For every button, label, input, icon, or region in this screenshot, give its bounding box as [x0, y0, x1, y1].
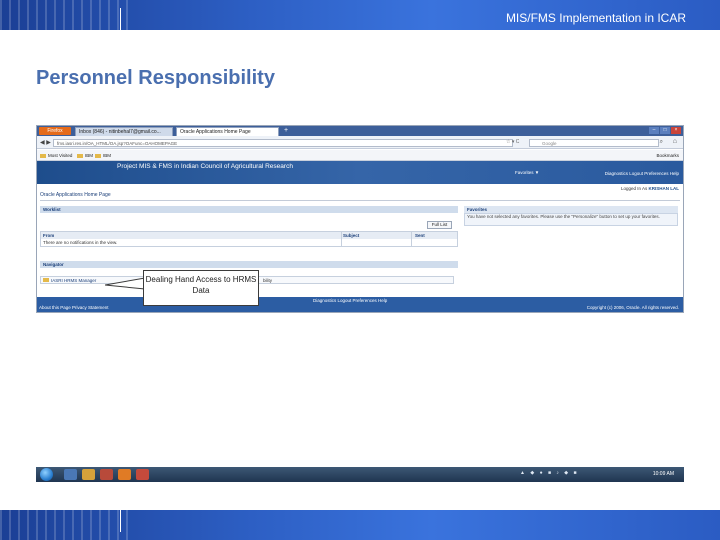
slide-footer-band [0, 510, 720, 540]
footer-links[interactable]: Diagnostics Logout Preferences Help [313, 297, 387, 304]
footer-divider [120, 510, 121, 532]
windows-taskbar: ▲ ◆ ● ■ ♪ ◆ ■ 10:09 AM [36, 467, 684, 482]
app-title: Project MIS & FMS in Indian Council of A… [117, 163, 293, 170]
reload-icon[interactable]: ☆ ▾ C [506, 139, 519, 145]
media-player-icon[interactable] [100, 469, 113, 480]
footer-copyright: Copyright (c) 2006, Oracle. All rights r… [586, 305, 679, 310]
browser-title-bar: Firefox Inbox (846) - nitinbehal7@gmail.… [37, 126, 683, 136]
bookmarks-menu[interactable]: Bookmarks [656, 150, 679, 161]
folder-icon [95, 153, 101, 158]
favorites-header: Favorites [464, 206, 678, 213]
column-subject[interactable]: Subject [343, 232, 359, 239]
new-tab-button[interactable]: + [281, 127, 291, 135]
tab-gmail-inbox[interactable]: Inbox (846) - nitinbehal7@gmail.co... [75, 127, 173, 136]
logged-in-label: Logged In As KRISHAN LAL [620, 186, 680, 191]
navigation-toolbar: ◀ ▶ fms.iasri.res.in/OA_HTML/OA.jsp?OAFu… [37, 136, 683, 149]
navigator-item-label[interactable]: IASRI HRMS Manager [51, 278, 96, 283]
maximize-button[interactable]: □ [660, 127, 670, 134]
worklist-table: From Subject Sent There are no notificat… [40, 231, 458, 247]
navigator-header: Navigator [40, 261, 458, 268]
footer-about-links[interactable]: About this Page Privacy Statement [39, 305, 109, 310]
bookmarks-toolbar: Most Visited IBM IBM Bookmarks [37, 150, 683, 161]
logged-in-user: KRISHAN LAL [648, 186, 680, 191]
tab-oracle-home[interactable]: Oracle Applications Home Page [176, 127, 279, 136]
folder-icon [40, 153, 46, 158]
column-divider [341, 232, 342, 246]
divider [40, 200, 680, 201]
slide-title: Personnel Responsibility [36, 67, 275, 89]
callout-box: Dealing Hand Access to HRMS Data [143, 270, 259, 306]
start-button-icon[interactable] [40, 468, 53, 481]
column-from[interactable]: From [43, 232, 54, 239]
favorites-message: You have not selected any favorites. Ple… [467, 214, 660, 219]
full-list-button[interactable]: Full List [427, 221, 452, 229]
powerpoint-icon[interactable] [136, 469, 149, 480]
bookmark-most-visited[interactable]: Most Visited [40, 150, 72, 161]
system-tray-icons[interactable]: ▲ ◆ ● ■ ♪ ◆ ■ [520, 470, 579, 476]
back-forward-icon[interactable]: ◀ ▶ [40, 139, 51, 146]
close-window-button[interactable]: × [671, 127, 681, 134]
oracle-banner: Project MIS & FMS in Indian Council of A… [37, 161, 683, 184]
folder-icon [77, 153, 83, 158]
header-decor-pattern [0, 0, 130, 30]
favorites-menu[interactable]: Favorites ▼ [515, 170, 539, 175]
global-links[interactable]: Diagnostics Logout Preferences Help [605, 171, 679, 176]
taskbar-clock[interactable]: 10:09 AM [653, 471, 674, 477]
home-icon[interactable]: ⌂ [673, 138, 677, 145]
worklist-header: Worklist [40, 206, 458, 213]
table-header: From Subject Sent [41, 232, 457, 239]
ie-icon[interactable] [64, 469, 77, 480]
footer-decor-pattern [0, 510, 130, 540]
minimize-button[interactable]: – [649, 127, 659, 134]
search-input[interactable]: Google [529, 139, 659, 147]
navigator-item-tail: bility [263, 278, 273, 283]
window-controls: – □ × [649, 127, 681, 134]
firefox-icon[interactable] [118, 469, 131, 480]
slide-header-band: MIS/FMS Implementation in ICAR [0, 0, 720, 30]
column-divider [411, 232, 412, 246]
callout-text: Dealing Hand Access to HRMS Data [145, 275, 257, 295]
folder-icon [43, 278, 49, 282]
explorer-icon[interactable] [82, 469, 95, 480]
header-divider [120, 8, 121, 30]
column-sent[interactable]: Sent [415, 232, 425, 239]
firefox-menu-button[interactable]: Firefox [39, 127, 71, 135]
bookmark-ibm-1[interactable]: IBM [77, 150, 93, 161]
search-icon[interactable]: ⌕ [660, 139, 663, 146]
empty-worklist-message: There are no notifications in the view. [43, 240, 118, 245]
slide-header-text: MIS/FMS Implementation in ICAR [505, 11, 686, 25]
oracle-footer: Diagnostics Logout Preferences Help Abou… [37, 297, 683, 312]
address-bar[interactable]: fms.iasri.res.in/OA_HTML/OA.jsp?OAFunc=O… [53, 139, 513, 147]
callout-pointer-icon [105, 277, 145, 290]
page-heading: Oracle Applications Home Page [40, 192, 111, 198]
bookmark-ibm-2[interactable]: IBM [95, 150, 111, 161]
